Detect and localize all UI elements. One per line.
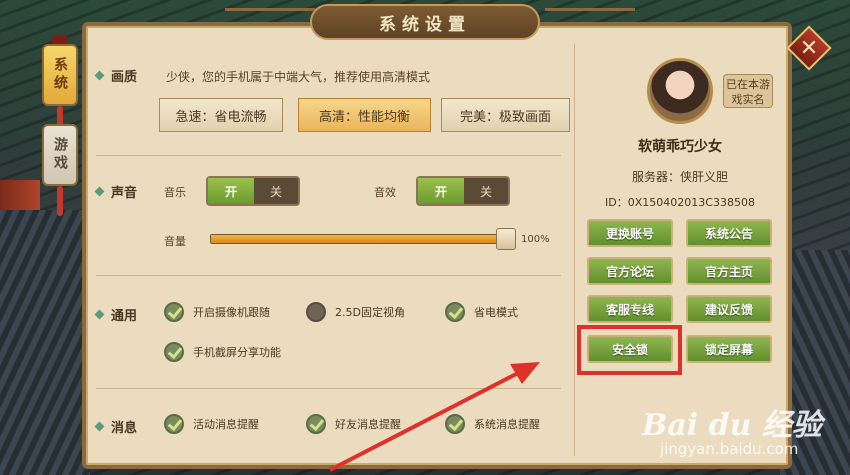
- tab-system[interactable]: 系统: [42, 44, 78, 106]
- lock-screen-button[interactable]: 锁定屏幕: [686, 335, 772, 363]
- switch-account-button[interactable]: 更换账号: [587, 219, 673, 247]
- sound-heading: 声音: [94, 182, 138, 201]
- title-ornament-right: [545, 8, 635, 28]
- option-screenshot-share[interactable]: 手机截屏分享功能: [164, 342, 281, 362]
- messages-heading: 消息: [94, 417, 138, 436]
- option-label: 好友消息提醒: [335, 418, 401, 431]
- checkbox-icon[interactable]: [445, 414, 465, 434]
- option-label: 开启摄像机跟随: [193, 306, 270, 319]
- music-toggle[interactable]: 开 关: [206, 176, 300, 206]
- player-id: ID：0X150402013C338508: [605, 196, 755, 209]
- checkbox-icon[interactable]: [164, 342, 184, 362]
- diamond-bullet-icon: [94, 309, 105, 320]
- support-button[interactable]: 客服专线: [587, 295, 673, 323]
- messages-section: 消息 活动消息提醒 好友消息提醒 系统消息提醒: [94, 410, 561, 450]
- checkbox-icon[interactable]: [445, 302, 465, 322]
- quality-option-fast[interactable]: 急速：省电流畅: [159, 98, 283, 132]
- volume-slider-fill: [211, 235, 505, 243]
- quality-option-hd[interactable]: 高清：性能均衡: [298, 98, 431, 132]
- checkbox-icon[interactable]: [164, 302, 184, 322]
- option-friend-notice[interactable]: 好友消息提醒: [306, 414, 401, 434]
- option-label: 活动消息提醒: [193, 418, 259, 431]
- title-ornament-left: [225, 8, 315, 28]
- option-event-notice[interactable]: 活动消息提醒: [164, 414, 259, 434]
- annotation-highlight-box: [577, 325, 682, 375]
- option-label: 省电模式: [474, 306, 518, 319]
- checkbox-icon[interactable]: [164, 414, 184, 434]
- tassel-decoration: [57, 186, 63, 216]
- quality-section: 画质 少侠，您的手机属于中端大气，推荐使用高清模式 急速：省电流畅 高清：性能均…: [94, 60, 570, 150]
- music-toggle-off[interactable]: 关: [254, 178, 298, 204]
- background-roof-left: [0, 210, 90, 475]
- option-power-save[interactable]: 省电模式: [445, 302, 518, 322]
- section-divider: [96, 155, 561, 156]
- checkbox-icon[interactable]: [306, 302, 326, 322]
- volume-label: 音量: [164, 235, 186, 248]
- effects-label: 音效: [374, 186, 396, 199]
- profile-panel: 已在本游戏实名 软萌乖巧少女 服务器：侠肝义胆 ID：0X150402013C3…: [574, 44, 784, 456]
- diamond-bullet-icon: [94, 186, 105, 197]
- feedback-button[interactable]: 建议反馈: [686, 295, 772, 323]
- option-label: 系统消息提醒: [474, 418, 540, 431]
- server-name: 服务器：侠肝义胆: [631, 170, 728, 184]
- avatar: [647, 58, 713, 124]
- section-divider: [96, 388, 561, 389]
- sound-title: 声音: [111, 186, 138, 201]
- panel-title: 系统设置: [310, 4, 540, 40]
- player-name: 软萌乖巧少女: [638, 139, 722, 155]
- volume-slider[interactable]: [210, 234, 506, 244]
- option-label: 2.5D固定视角: [335, 306, 405, 319]
- music-label: 音乐: [164, 186, 186, 199]
- effects-toggle[interactable]: 开 关: [416, 176, 510, 206]
- effects-toggle-on[interactable]: 开: [418, 178, 464, 204]
- option-fixed-view[interactable]: 2.5D固定视角: [306, 302, 405, 322]
- option-camera-follow[interactable]: 开启摄像机跟随: [164, 302, 270, 322]
- section-divider: [96, 275, 561, 276]
- realname-button[interactable]: 已在本游戏实名: [723, 74, 773, 108]
- effects-toggle-off[interactable]: 关: [464, 178, 508, 204]
- sound-section: 声音 音乐 开 关 音效 开 关 音量 100%: [94, 170, 561, 270]
- baidu-watermark: Bai du 经验 jingyan.baidu.com: [642, 400, 832, 458]
- quality-heading: 画质: [94, 66, 138, 85]
- quality-title: 画质: [111, 70, 138, 85]
- option-system-notice[interactable]: 系统消息提醒: [445, 414, 540, 434]
- watermark-logo: Bai du 经验: [642, 408, 822, 443]
- close-icon[interactable]: ✕: [793, 32, 825, 64]
- homepage-button[interactable]: 官方主页: [686, 257, 772, 285]
- checkbox-icon[interactable]: [306, 414, 326, 434]
- messages-title: 消息: [111, 421, 138, 436]
- volume-slider-handle[interactable]: [496, 228, 516, 250]
- tab-game[interactable]: 游戏: [42, 124, 78, 186]
- quality-option-perfect[interactable]: 完美：极致画面: [441, 98, 570, 132]
- music-toggle-on[interactable]: 开: [208, 178, 254, 204]
- quality-hint: 少侠，您的手机属于中端大气，推荐使用高清模式: [166, 70, 431, 84]
- general-title: 通用: [111, 309, 138, 324]
- diamond-bullet-icon: [94, 70, 105, 81]
- general-section: 通用 开启摄像机跟随 2.5D固定视角 省电模式 手机截屏分享功能: [94, 295, 561, 385]
- general-heading: 通用: [94, 305, 138, 324]
- option-label: 手机截屏分享功能: [193, 346, 281, 359]
- volume-value: 100%: [521, 234, 550, 245]
- forum-button[interactable]: 官方论坛: [587, 257, 673, 285]
- announcement-button[interactable]: 系统公告: [686, 219, 772, 247]
- diamond-bullet-icon: [94, 421, 105, 432]
